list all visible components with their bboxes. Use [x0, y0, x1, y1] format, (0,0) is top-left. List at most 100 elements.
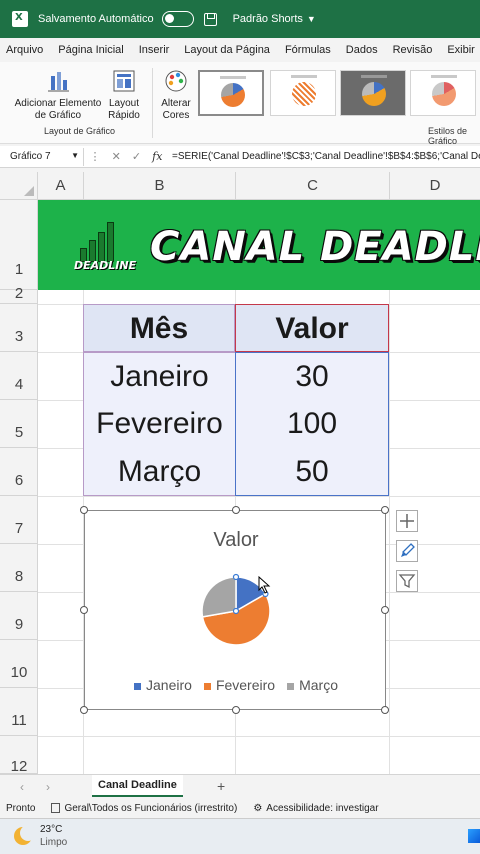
- tab-inserir[interactable]: Inserir: [139, 44, 170, 56]
- chart-elements-icon: [400, 514, 414, 528]
- sensitivity-text: Geral\Todos os Funcionários (irrestrito): [64, 802, 238, 814]
- column-header-d[interactable]: D: [390, 172, 480, 200]
- chart-filter-button[interactable]: [396, 570, 418, 592]
- row-header-4[interactable]: 4: [0, 352, 38, 400]
- autosave-toggle[interactable]: [161, 11, 194, 27]
- row-header-1[interactable]: 1: [0, 200, 38, 290]
- scroll-right-icon[interactable]: ›: [46, 780, 50, 794]
- scroll-left-icon[interactable]: ‹: [20, 780, 24, 794]
- chart-elements-button[interactable]: [396, 510, 418, 532]
- ribbon-separator: [152, 68, 153, 138]
- chart-legend[interactable]: Janeiro Fevereiro Março: [85, 677, 387, 693]
- tab-exibir[interactable]: Exibir: [447, 44, 475, 56]
- cell-mes-1[interactable]: Janeiro: [83, 352, 235, 400]
- row-header-12[interactable]: 12: [0, 736, 38, 775]
- legend-entry-janeiro[interactable]: Janeiro: [134, 677, 192, 693]
- palette-icon: [165, 70, 187, 92]
- header-cell-mes[interactable]: Mês: [83, 304, 235, 352]
- row-header-8[interactable]: 8: [0, 544, 38, 592]
- cancel-icon[interactable]: ✕: [112, 150, 121, 163]
- chart-style-1[interactable]: [198, 70, 264, 116]
- row-header-11[interactable]: 11: [0, 688, 38, 736]
- header-cell-valor[interactable]: Valor: [235, 304, 389, 352]
- quick-layout-icon: [113, 70, 135, 92]
- resize-handle-bottom-left[interactable]: [80, 706, 88, 714]
- row-header-9[interactable]: 9: [0, 592, 38, 640]
- legend-entry-fevereiro[interactable]: Fevereiro: [203, 677, 275, 693]
- windows-icon[interactable]: [468, 829, 480, 843]
- weather-temp[interactable]: 23°C: [40, 824, 62, 835]
- legend-label-janeiro: Janeiro: [146, 677, 192, 693]
- sheet-tab-canal-deadline[interactable]: Canal Deadline: [92, 775, 183, 797]
- style-title-line: [291, 75, 317, 78]
- title-bar: Salvamento Automático Padrão Shorts▼: [0, 0, 480, 38]
- legend-label-marco: Março: [299, 677, 338, 693]
- style-title-line: [220, 76, 246, 79]
- save-icon[interactable]: [203, 12, 217, 26]
- chart-style-2[interactable]: [270, 70, 336, 116]
- insert-function-icon[interactable]: fx: [152, 150, 162, 163]
- cell-mes-3[interactable]: Março: [83, 448, 235, 496]
- chart-styles-button[interactable]: [396, 540, 418, 562]
- quick-layout-label-1: Layout: [108, 98, 140, 109]
- confirm-icon[interactable]: ✓: [132, 150, 141, 163]
- resize-handle-top[interactable]: [232, 506, 240, 514]
- column-header-b[interactable]: B: [84, 172, 236, 200]
- chart-filter-icon: [398, 574, 416, 589]
- tab-pagina-inicial[interactable]: Página Inicial: [58, 44, 123, 56]
- tab-revisao[interactable]: Revisão: [393, 44, 433, 56]
- banner: DEADLINE CANAL DEADLINE: [38, 200, 480, 290]
- moon-icon: [14, 825, 36, 845]
- change-colors-button[interactable]: Alterar Cores: [156, 68, 196, 122]
- row-header-6[interactable]: 6: [0, 448, 38, 496]
- row-header-10[interactable]: 10: [0, 640, 38, 688]
- resize-handle-top-right[interactable]: [381, 506, 389, 514]
- cell-valor-2[interactable]: 100: [235, 400, 389, 448]
- resize-handle-top-left[interactable]: [80, 506, 88, 514]
- row-header-5[interactable]: 5: [0, 400, 38, 448]
- row-header-2[interactable]: 2: [0, 286, 38, 304]
- tab-arquivo[interactable]: Arquivo: [6, 44, 43, 56]
- pie-slice-maro[interactable]: [201, 576, 237, 618]
- column-header-c[interactable]: C: [236, 172, 390, 200]
- select-all-corner[interactable]: [0, 172, 38, 200]
- cell-mes-2[interactable]: Fevereiro: [83, 400, 235, 448]
- chart-style-3[interactable]: [340, 70, 406, 116]
- style-pie: [292, 82, 316, 106]
- tab-formulas[interactable]: Fórmulas: [285, 44, 331, 56]
- row-header-3[interactable]: 3: [0, 304, 38, 352]
- cell-valor-3[interactable]: 50: [235, 448, 389, 496]
- quick-layout-button[interactable]: Layout Rápido: [104, 68, 144, 122]
- resize-handle-bottom-right[interactable]: [381, 706, 389, 714]
- resize-handle-left[interactable]: [80, 606, 88, 614]
- style-pie: [362, 82, 386, 106]
- cell-valor-1[interactable]: 30: [235, 352, 389, 400]
- legend-entry-marco[interactable]: Março: [287, 677, 338, 693]
- chevron-down-icon: ▼: [71, 150, 79, 160]
- add-chart-element-button[interactable]: Adicionar Elemento de Gráfico: [14, 68, 102, 122]
- accessibility-status[interactable]: ⚙ Acessibilidade: investigar: [253, 803, 378, 814]
- worksheet[interactable]: DEADLINE CANAL DEADLINE Mês Valor Janeir…: [38, 200, 480, 774]
- sensitivity-label[interactable]: Geral\Todos os Funcionários (irrestrito): [51, 803, 237, 814]
- style-pie: [221, 83, 245, 107]
- resize-handle-right[interactable]: [381, 606, 389, 614]
- chart-style-4[interactable]: [410, 70, 476, 116]
- formula-input[interactable]: =SÉRIE('Canal Deadline'!$C$3;'Canal Dead…: [168, 151, 480, 162]
- sensitivity-icon: [51, 803, 61, 813]
- resize-handle-bottom[interactable]: [232, 706, 240, 714]
- add-sheet-icon[interactable]: +: [217, 778, 225, 794]
- row-header-7[interactable]: 7: [0, 496, 38, 544]
- tab-layout-da-pagina[interactable]: Layout da Página: [184, 44, 270, 56]
- legend-key-fevereiro: [203, 682, 211, 690]
- file-name-button[interactable]: Padrão Shorts ▼: [233, 13, 316, 25]
- accessibility-text: Acessibilidade: investigar: [266, 802, 379, 814]
- column-header-a[interactable]: A: [38, 172, 84, 200]
- tab-dados[interactable]: Dados: [346, 44, 378, 56]
- name-box-value: Gráfico 7: [10, 151, 51, 162]
- file-name: Padrão Shorts: [232, 13, 303, 25]
- pie-chart[interactable]: Valor Janeiro Fevereiro Março: [80, 506, 389, 714]
- change-colors-label-2: Cores: [162, 110, 190, 121]
- change-colors-label-1: Alterar: [161, 98, 191, 109]
- excel-icon: [12, 11, 28, 27]
- name-box[interactable]: Gráfico 7 ▼: [4, 147, 84, 166]
